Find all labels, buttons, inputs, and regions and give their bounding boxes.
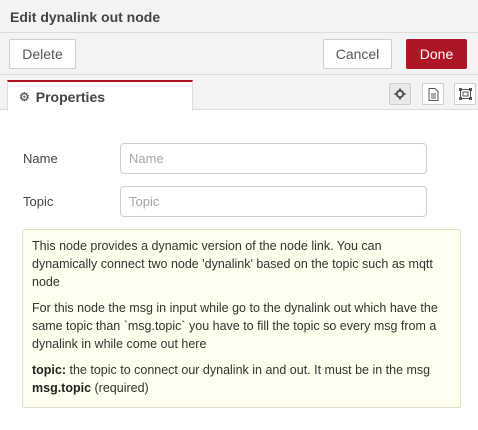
help-paragraph-1: This node provides a dynamic version of … bbox=[32, 239, 433, 289]
done-button[interactable]: Done bbox=[406, 39, 467, 69]
name-input[interactable] bbox=[120, 143, 427, 174]
gear-icon: ⚙ bbox=[19, 89, 30, 104]
name-label: Name bbox=[23, 151, 58, 166]
help-topic-text: the topic to connect our dynalink in and… bbox=[66, 363, 431, 377]
gear-icon[interactable] bbox=[389, 83, 411, 105]
appearance-icon[interactable] bbox=[454, 83, 476, 105]
tab-properties[interactable]: ⚙ Properties bbox=[7, 80, 193, 111]
help-msg-topic: msg.topic bbox=[32, 381, 92, 395]
delete-button[interactable]: Delete bbox=[9, 39, 76, 69]
help-topic-key: topic: bbox=[32, 363, 67, 377]
help-paragraph-3: topic: the topic to connect our dynalink… bbox=[32, 361, 450, 397]
object-group-icon bbox=[458, 88, 472, 100]
cancel-button[interactable]: Cancel bbox=[323, 39, 392, 69]
tab-bar: ⚙ Properties bbox=[0, 75, 478, 111]
help-required: (required) bbox=[91, 381, 149, 395]
topic-input[interactable] bbox=[120, 186, 427, 217]
dialog-title: Edit dynalink out node bbox=[0, 0, 478, 33]
file-text-icon bbox=[428, 87, 438, 101]
help-paragraph-2: For this node the msg in input while go … bbox=[32, 301, 438, 351]
topic-label: Topic bbox=[23, 194, 54, 209]
help-panel: This node provides a dynamic version of … bbox=[22, 229, 461, 408]
gear-icon-glyph bbox=[394, 88, 406, 100]
tab-properties-label: Properties bbox=[35, 88, 106, 105]
description-icon[interactable] bbox=[422, 83, 444, 105]
dialog-toolbar: Delete Cancel Done bbox=[0, 33, 478, 75]
